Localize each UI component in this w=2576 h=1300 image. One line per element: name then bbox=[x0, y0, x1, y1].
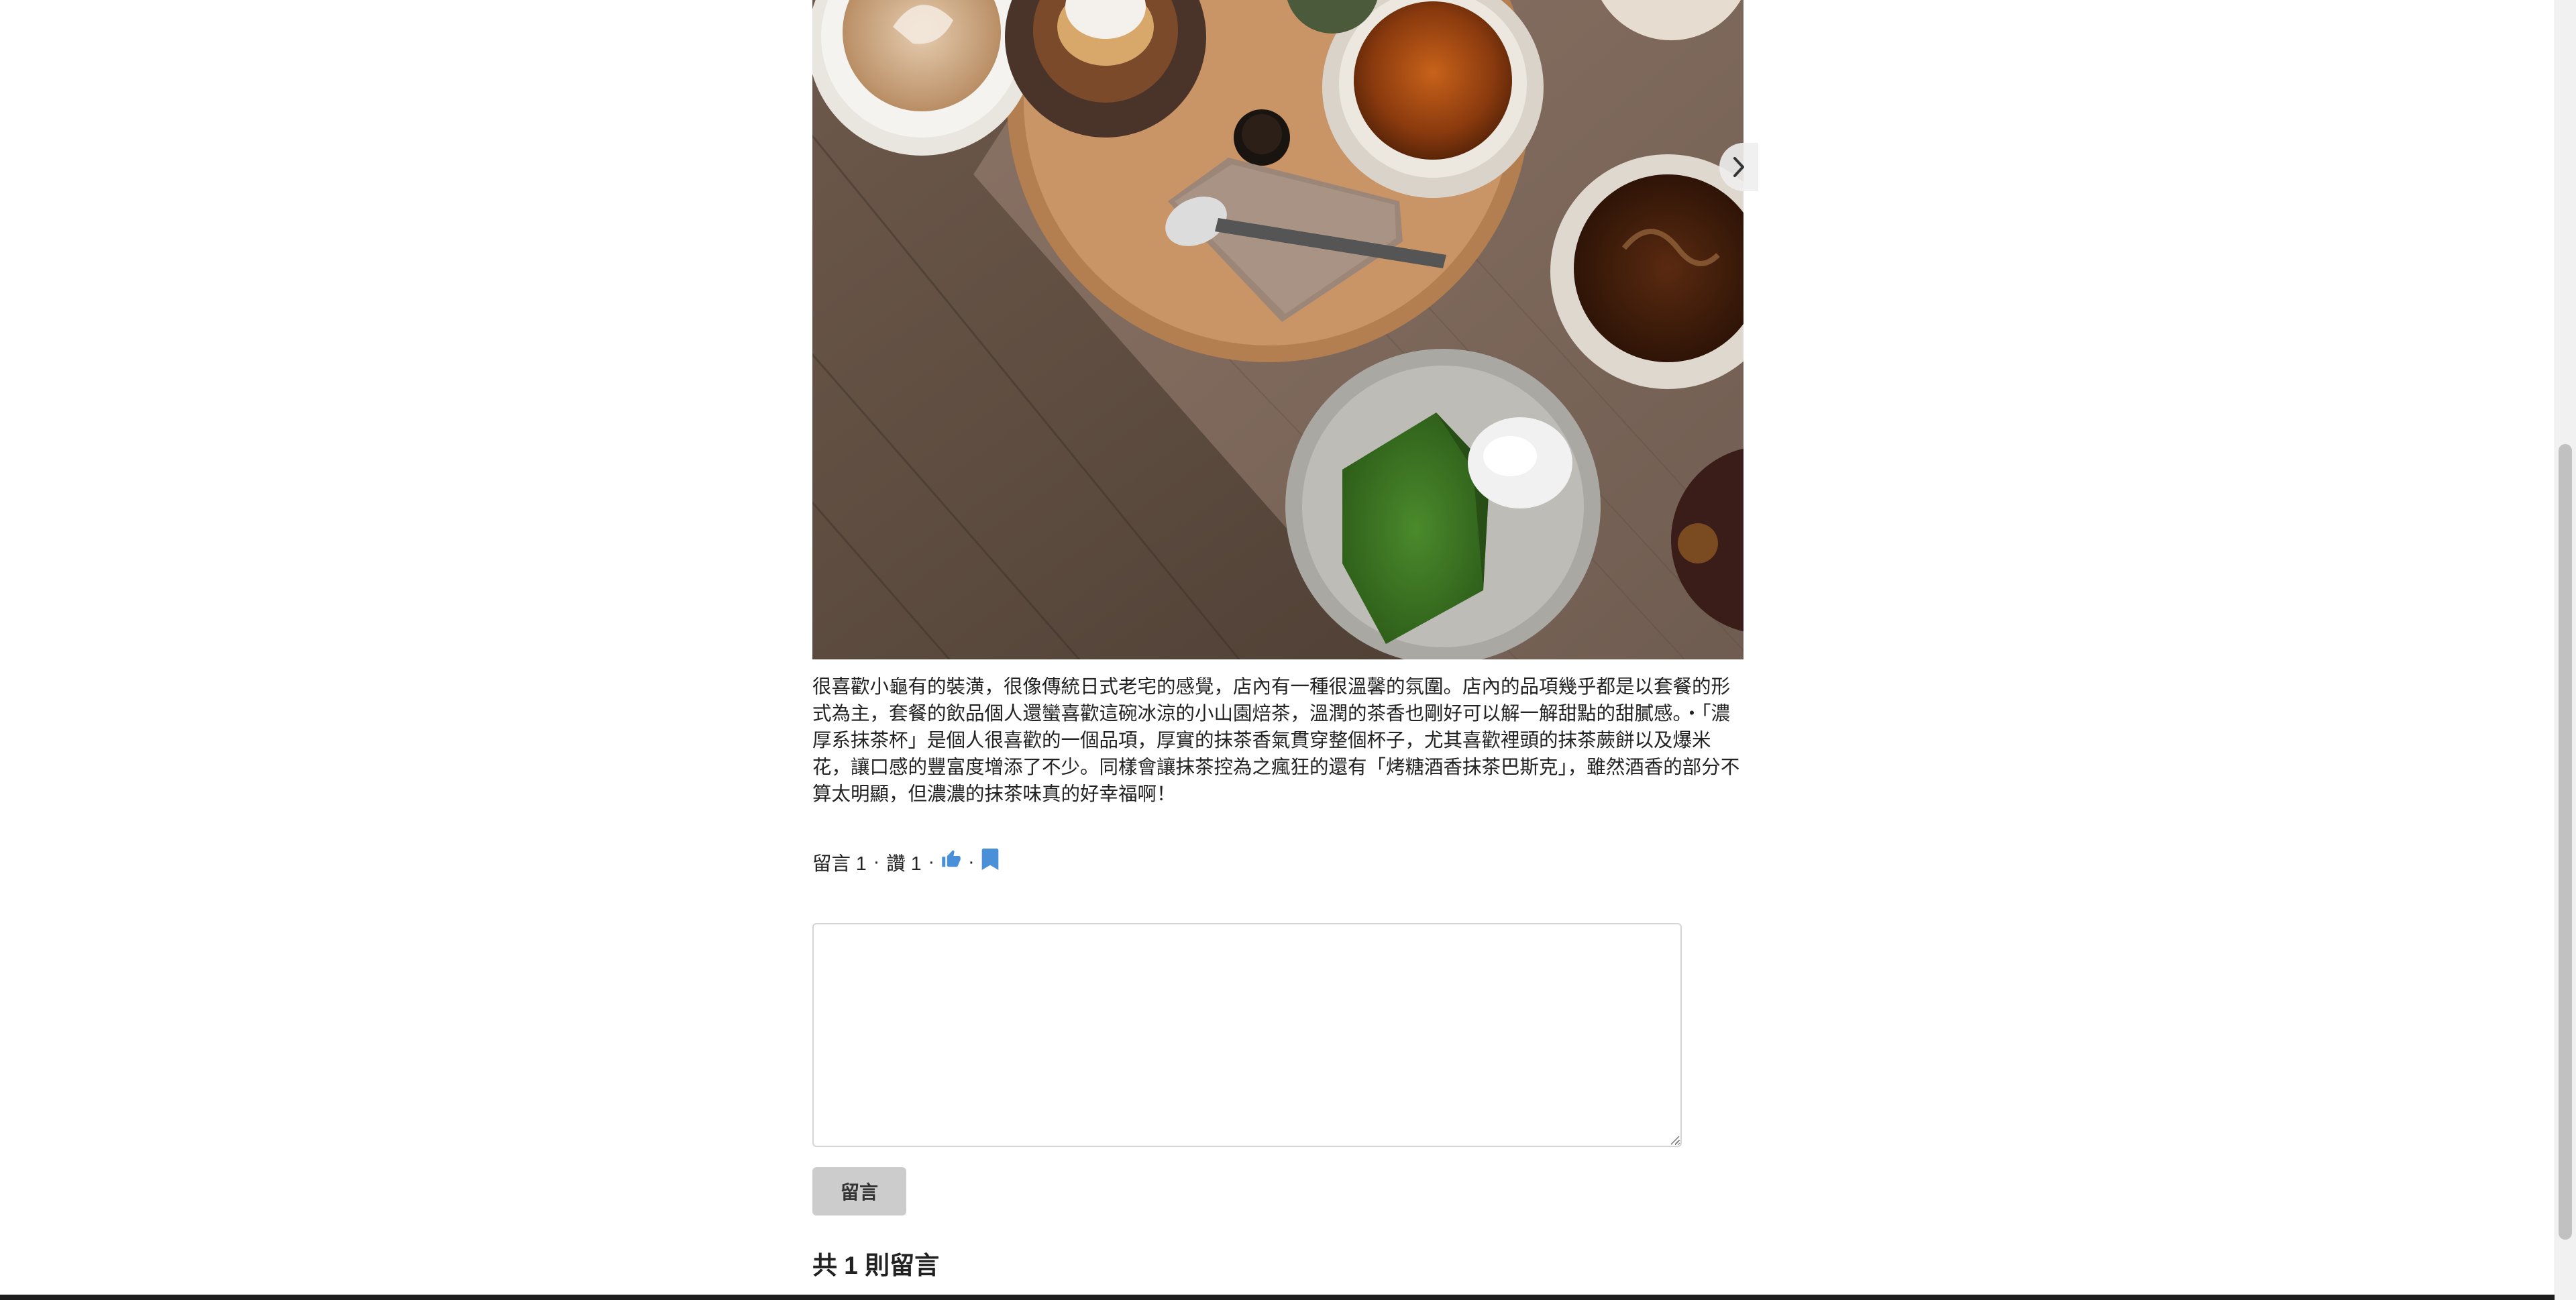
post-body-text: 很喜歡小龜有的裝潢，很像傳統日式老宅的感覺，店內有一種很溫馨的氛圍。店內的品項幾… bbox=[812, 676, 1740, 805]
scrollbar-thumb[interactable] bbox=[2559, 444, 2572, 1240]
page: 很喜歡小龜有的裝潢，很像傳統日式老宅的感覺，店內有一種很溫馨的氛圍。店內的品項幾… bbox=[0, 0, 2576, 1300]
meta-separator: · bbox=[968, 851, 975, 873]
thumbs-up-icon bbox=[941, 849, 961, 875]
post-photo bbox=[812, 0, 1743, 659]
bookmark-icon bbox=[981, 849, 999, 875]
comments-count[interactable]: 留言 1 bbox=[812, 849, 867, 876]
like-button[interactable] bbox=[941, 849, 961, 875]
comment-textarea[interactable] bbox=[812, 923, 1682, 1147]
likes-count[interactable]: 讚 1 bbox=[886, 849, 921, 876]
window-bottom-edge bbox=[0, 1295, 2555, 1300]
meta-separator: · bbox=[873, 851, 880, 873]
meta-separator: · bbox=[928, 851, 935, 873]
chevron-right-icon bbox=[1732, 156, 1746, 178]
submit-comment-button[interactable]: 留言 bbox=[812, 1167, 906, 1215]
bookmark-button[interactable] bbox=[981, 849, 999, 875]
post-meta-row: 留言 1 · 讚 1 · · bbox=[812, 847, 999, 877]
comments-heading: 共 1 則留言 bbox=[812, 1252, 940, 1279]
